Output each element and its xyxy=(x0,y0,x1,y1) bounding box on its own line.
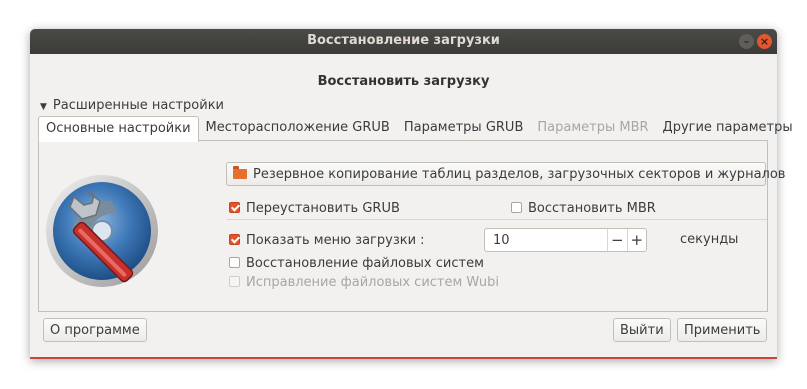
checkbox-unchecked-icon xyxy=(511,202,522,213)
repair-wubi-checkbox[interactable]: Исправление файловых систем Wubi xyxy=(229,275,499,290)
plus-icon: + xyxy=(630,231,644,249)
show-boot-menu-label: Показать меню загрузки : xyxy=(246,233,425,248)
restore-filesystems-checkbox[interactable]: Восстановление файловых систем xyxy=(229,256,484,271)
tab-mbr-options[interactable]: Параметры MBR xyxy=(530,116,655,140)
triangle-down-icon: ▼ xyxy=(40,102,47,112)
restore-filesystems-label: Восстановление файловых систем xyxy=(246,256,484,271)
backup-button[interactable]: Резервное копирование таблиц разделов, з… xyxy=(226,162,785,186)
decrement-button[interactable]: − xyxy=(607,229,627,251)
main-options-panel: Резервное копирование таблиц разделов, з… xyxy=(38,140,785,312)
seconds-label: секунды xyxy=(680,232,739,247)
checkbox-unchecked-icon xyxy=(229,276,240,287)
advanced-options-label: Расширенные настройки xyxy=(52,98,225,113)
boot-repair-window: Восстановление загрузки – × Восстановить… xyxy=(30,29,793,359)
checkbox-checked-icon xyxy=(229,234,240,245)
boot-repair-logo-icon xyxy=(46,175,158,287)
show-boot-menu-checkbox[interactable]: Показать меню загрузки : xyxy=(229,233,425,248)
separator xyxy=(227,219,767,220)
tab-grub-location[interactable]: Месторасположение GRUB xyxy=(199,116,397,140)
page-title: Восстановить загрузку xyxy=(317,74,490,89)
close-icon: × xyxy=(759,35,770,48)
apply-button[interactable]: Применить xyxy=(677,318,768,342)
checkbox-checked-icon xyxy=(229,202,240,213)
repair-wubi-label: Исправление файловых систем Wubi xyxy=(246,275,499,290)
restore-mbr-label: Восстановить MBR xyxy=(528,201,656,216)
folder-icon xyxy=(233,166,247,179)
tab-main-options[interactable]: Основные настройки xyxy=(38,116,199,142)
minimize-icon: – xyxy=(743,35,750,48)
reinstall-grub-label: Переустановить GRUB xyxy=(246,201,400,216)
checkbox-unchecked-icon xyxy=(229,257,240,268)
restore-mbr-checkbox[interactable]: Восстановить MBR xyxy=(511,201,656,216)
window-title: Восстановление загрузки xyxy=(307,33,500,48)
exit-button[interactable]: Выйти xyxy=(613,318,671,342)
tab-bar: Основные настройки Месторасположение GRU… xyxy=(38,116,800,142)
minus-icon: − xyxy=(610,231,624,249)
close-button[interactable]: × xyxy=(757,34,772,49)
boot-menu-timeout-stepper[interactable]: − + xyxy=(484,228,647,252)
backup-button-label: Резервное копирование таблиц разделов, з… xyxy=(253,167,786,182)
title-bar[interactable]: Восстановление загрузки – × xyxy=(30,29,777,54)
boot-menu-timeout-input[interactable] xyxy=(485,229,607,251)
about-button[interactable]: О программе xyxy=(43,318,147,342)
tab-grub-options[interactable]: Параметры GRUB xyxy=(397,116,531,140)
increment-button[interactable]: + xyxy=(626,229,647,251)
advanced-options-expander[interactable]: ▼ Расширенные настройки xyxy=(40,98,224,113)
reinstall-grub-checkbox[interactable]: Переустановить GRUB xyxy=(229,201,400,216)
tab-other-options[interactable]: Другие параметры xyxy=(656,116,800,140)
minimize-button[interactable]: – xyxy=(739,34,754,49)
